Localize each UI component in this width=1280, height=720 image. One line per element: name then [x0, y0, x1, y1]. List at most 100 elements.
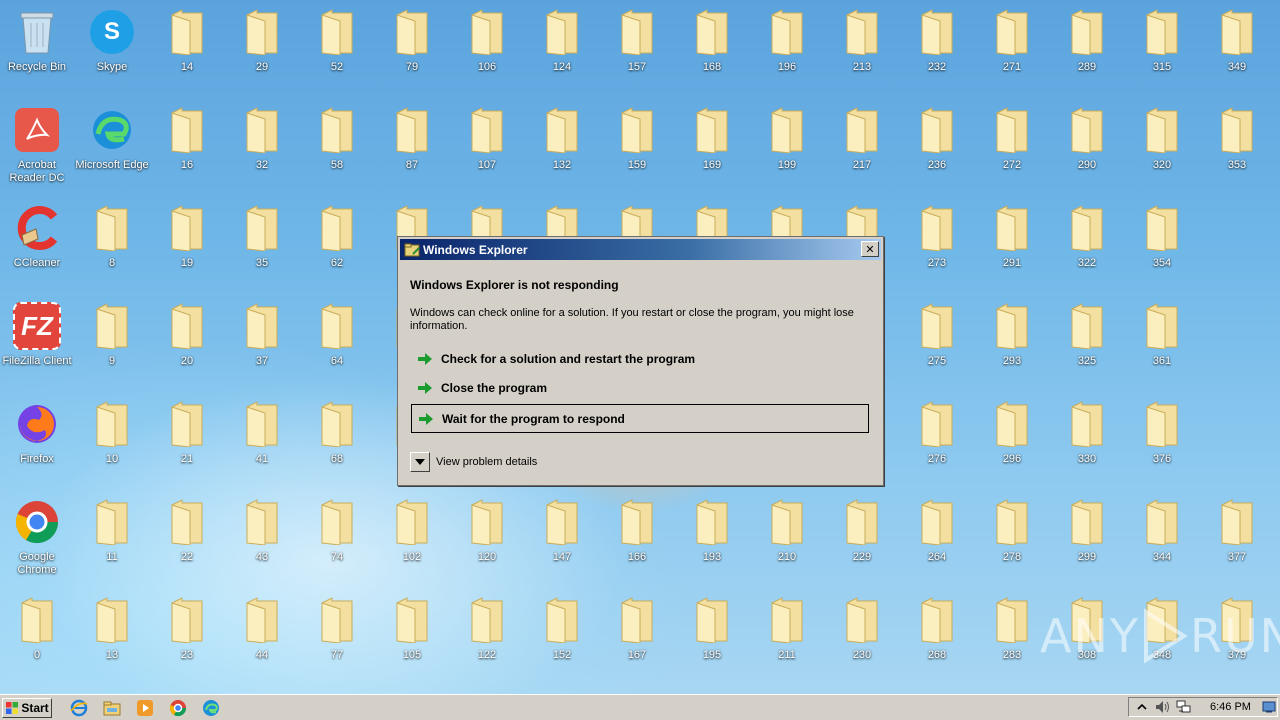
desktop-folder-320-folder[interactable]: 320	[1126, 102, 1198, 192]
desktop-folder-62-folder[interactable]: 62	[301, 200, 373, 290]
desktop-folder-43-folder[interactable]: 43	[226, 494, 298, 584]
desktop-folder-74-folder[interactable]: 74	[301, 494, 373, 584]
desktop-folder-11-folder[interactable]: 11	[76, 494, 148, 584]
desktop-folder-353-folder[interactable]: 353	[1201, 102, 1273, 192]
desktop-folder-106-folder[interactable]: 106	[451, 4, 523, 94]
desktop-folder-13-folder[interactable]: 13	[76, 592, 148, 682]
network-icon[interactable]	[1176, 699, 1192, 715]
close-program-option[interactable]: Close the program	[411, 374, 869, 401]
show-desktop-icon[interactable]	[1261, 699, 1277, 715]
desktop-firefox[interactable]: Firefox	[1, 396, 73, 486]
desktop-folder-210-folder[interactable]: 210	[751, 494, 823, 584]
desktop-folder-199-folder[interactable]: 199	[751, 102, 823, 192]
edge-icon[interactable]	[200, 697, 222, 719]
desktop-acrobat-reader[interactable]: Acrobat Reader DC	[1, 102, 73, 192]
desktop-folder-229-folder[interactable]: 229	[826, 494, 898, 584]
volume-icon[interactable]	[1155, 699, 1171, 715]
desktop-folder-147-folder[interactable]: 147	[526, 494, 598, 584]
desktop-folder-296-folder[interactable]: 296	[976, 396, 1048, 486]
desktop-folder-79-folder[interactable]: 79	[376, 4, 448, 94]
desktop-folder-87-folder[interactable]: 87	[376, 102, 448, 192]
desktop-ccleaner[interactable]: CCleaner	[1, 200, 73, 290]
desktop-folder-107-folder[interactable]: 107	[451, 102, 523, 192]
desktop-folder-166-folder[interactable]: 166	[601, 494, 673, 584]
desktop-folder-132-folder[interactable]: 132	[526, 102, 598, 192]
desktop-folder-23-folder[interactable]: 23	[151, 592, 223, 682]
desktop-folder-157-folder[interactable]: 157	[601, 4, 673, 94]
desktop-recycle-bin[interactable]: Recycle Bin	[1, 4, 73, 94]
desktop-folder-361-folder[interactable]: 361	[1126, 298, 1198, 388]
desktop-folder-291-folder[interactable]: 291	[976, 200, 1048, 290]
desktop-folder-21-folder[interactable]: 21	[151, 396, 223, 486]
desktop-folder-120-folder[interactable]: 120	[451, 494, 523, 584]
start-button[interactable]: Start	[2, 697, 52, 718]
expand-details-button[interactable]	[410, 452, 430, 472]
desktop-folder-77-folder[interactable]: 77	[301, 592, 373, 682]
desktop-folder-344-folder[interactable]: 344	[1126, 494, 1198, 584]
desktop-folder-105-folder[interactable]: 105	[376, 592, 448, 682]
desktop-folder-376-folder[interactable]: 376	[1126, 396, 1198, 486]
show-hidden-icons-icon[interactable]	[1134, 699, 1150, 715]
desktop-folder-29-folder[interactable]: 29	[226, 4, 298, 94]
desktop-folder-289-folder[interactable]: 289	[1051, 4, 1123, 94]
desktop-folder-196-folder[interactable]: 196	[751, 4, 823, 94]
desktop-folder-293-folder[interactable]: 293	[976, 298, 1048, 388]
desktop-folder-264-folder[interactable]: 264	[901, 494, 973, 584]
desktop-folder-322-folder[interactable]: 322	[1051, 200, 1123, 290]
desktop-google-chrome[interactable]: Google Chrome	[1, 494, 73, 584]
desktop-folder-377-folder[interactable]: 377	[1201, 494, 1273, 584]
desktop-folder-217-folder[interactable]: 217	[826, 102, 898, 192]
chrome-icon[interactable]	[167, 697, 189, 719]
desktop-folder-195-folder[interactable]: 195	[676, 592, 748, 682]
desktop-folder-278-folder[interactable]: 278	[976, 494, 1048, 584]
desktop-folder-14-folder[interactable]: 14	[151, 4, 223, 94]
desktop-folder-20-folder[interactable]: 20	[151, 298, 223, 388]
desktop-folder-283-folder[interactable]: 283	[976, 592, 1048, 682]
desktop-folder-230-folder[interactable]: 230	[826, 592, 898, 682]
desktop-folder-64-folder[interactable]: 64	[301, 298, 373, 388]
desktop-folder-32-folder[interactable]: 32	[226, 102, 298, 192]
desktop-folder-122-folder[interactable]: 122	[451, 592, 523, 682]
desktop-folder-102-folder[interactable]: 102	[376, 494, 448, 584]
desktop-folder-236-folder[interactable]: 236	[901, 102, 973, 192]
desktop-folder-152-folder[interactable]: 152	[526, 592, 598, 682]
check-solution-restart-option[interactable]: Check for a solution and restart the pro…	[411, 345, 869, 372]
explorer-icon[interactable]	[101, 697, 123, 719]
wait-for-program-option[interactable]: Wait for the program to respond	[411, 404, 869, 433]
desktop-folder-22-folder[interactable]: 22	[151, 494, 223, 584]
desktop-folder-290-folder[interactable]: 290	[1051, 102, 1123, 192]
desktop-folder-211-folder[interactable]: 211	[751, 592, 823, 682]
desktop-folder-41-folder[interactable]: 41	[226, 396, 298, 486]
desktop-folder-349-folder[interactable]: 349	[1201, 4, 1273, 94]
desktop-folder-16-folder[interactable]: 16	[151, 102, 223, 192]
desktop-folder-9-folder[interactable]: 9	[76, 298, 148, 388]
desktop-folder-193-folder[interactable]: 193	[676, 494, 748, 584]
desktop-skype[interactable]: S Skype	[76, 4, 148, 94]
desktop-folder-232-folder[interactable]: 232	[901, 4, 973, 94]
ie-icon[interactable]	[68, 697, 90, 719]
desktop-folder-68-folder[interactable]: 68	[301, 396, 373, 486]
desktop-folder-354-folder[interactable]: 354	[1126, 200, 1198, 290]
media-player-icon[interactable]	[134, 697, 156, 719]
desktop-folder-330-folder[interactable]: 330	[1051, 396, 1123, 486]
desktop-folder-299-folder[interactable]: 299	[1051, 494, 1123, 584]
desktop-microsoft-edge[interactable]: Microsoft Edge	[75, 102, 149, 192]
desktop-folder-276-folder[interactable]: 276	[901, 396, 973, 486]
desktop-folder-275-folder[interactable]: 275	[901, 298, 973, 388]
desktop-folder-159-folder[interactable]: 159	[601, 102, 673, 192]
desktop-folder-167-folder[interactable]: 167	[601, 592, 673, 682]
desktop-filezilla[interactable]: FZ FileZilla Client	[1, 298, 73, 388]
desktop-folder-268-folder[interactable]: 268	[901, 592, 973, 682]
desktop-folder-271-folder[interactable]: 271	[976, 4, 1048, 94]
desktop-folder-52-folder[interactable]: 52	[301, 4, 373, 94]
desktop-folder-315-folder[interactable]: 315	[1126, 4, 1198, 94]
desktop-folder-58-folder[interactable]: 58	[301, 102, 373, 192]
desktop-folder-37-folder[interactable]: 37	[226, 298, 298, 388]
desktop-folder-35-folder[interactable]: 35	[226, 200, 298, 290]
close-button[interactable]: ✕	[861, 241, 879, 257]
desktop-folder-169-folder[interactable]: 169	[676, 102, 748, 192]
desktop-folder-273-folder[interactable]: 273	[901, 200, 973, 290]
desktop-folder-124-folder[interactable]: 124	[526, 4, 598, 94]
desktop-folder-0-folder[interactable]: 0	[1, 592, 73, 682]
desktop-folder-168-folder[interactable]: 168	[676, 4, 748, 94]
